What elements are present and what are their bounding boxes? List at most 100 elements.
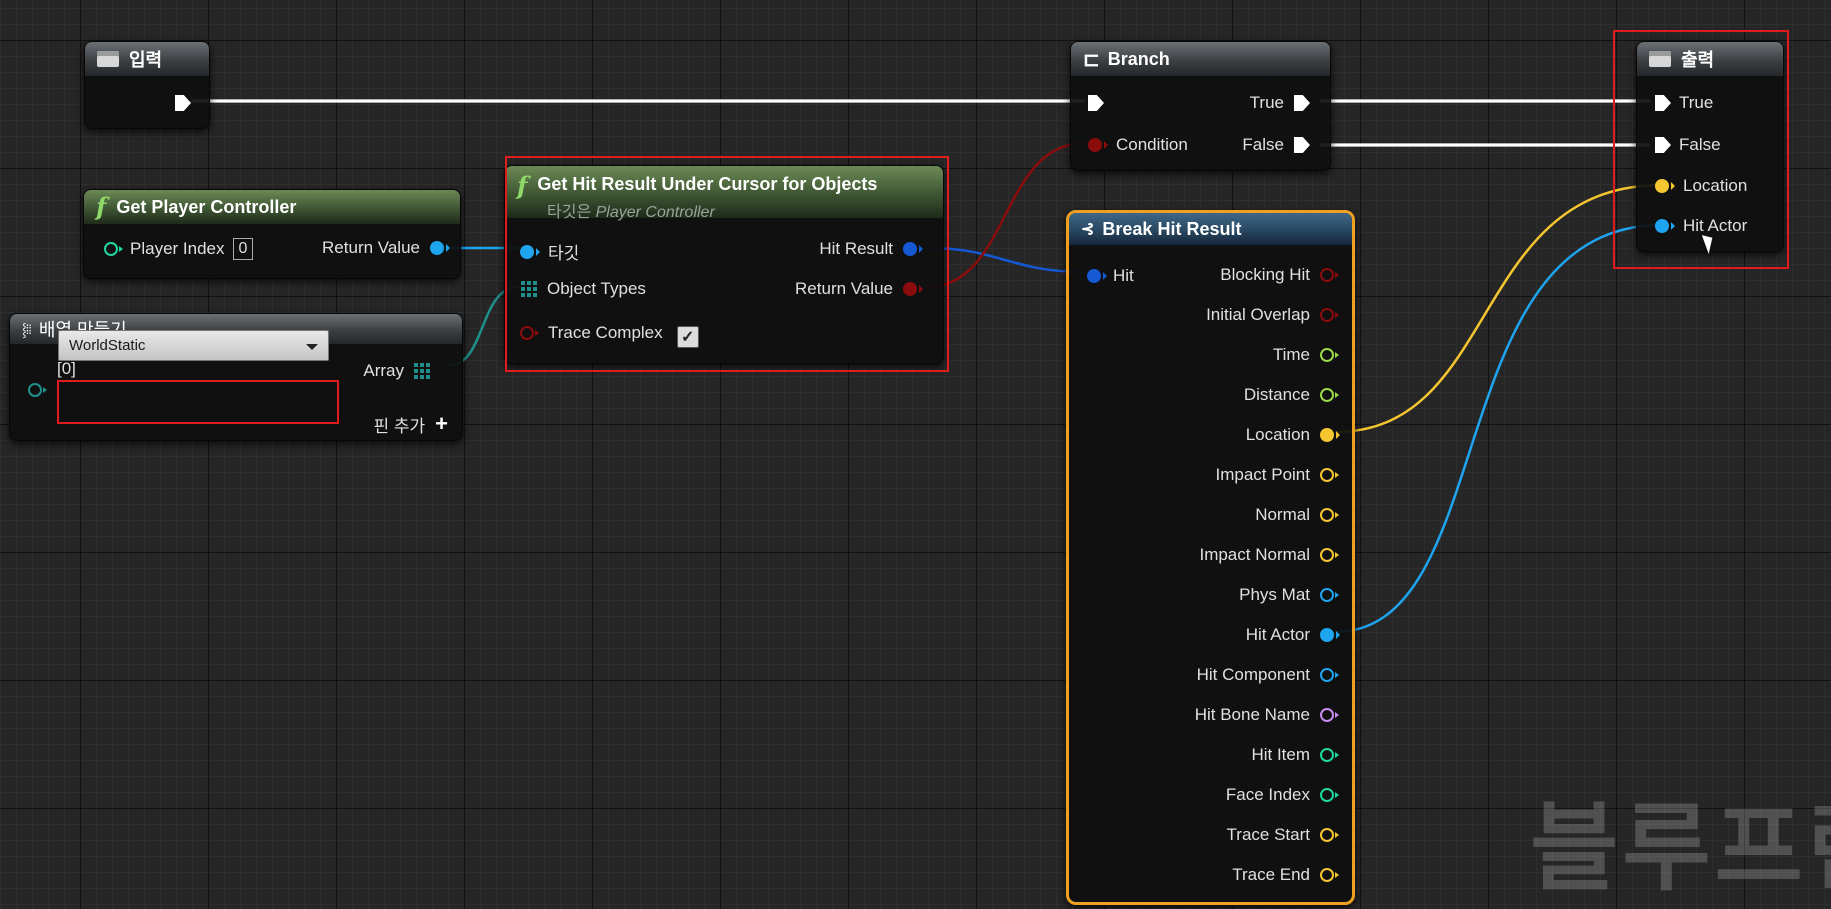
- condition-row: Condition: [1088, 135, 1188, 155]
- break-output-row: Blocking Hit: [1220, 265, 1339, 285]
- break-output-pin[interactable]: [1320, 348, 1339, 362]
- break-output-row: Time: [1272, 345, 1339, 365]
- array-output-row: Array: [363, 361, 430, 381]
- break-output-row: Impact Point: [1215, 465, 1339, 485]
- break-struct-icon: ⊰: [1081, 221, 1095, 238]
- array-index-label: [0]: [57, 359, 76, 378]
- wire-layer: [190, 99, 1663, 634]
- function-icon: f: [96, 192, 107, 221]
- branch-true-row: True: [1250, 93, 1310, 113]
- break-output-pin[interactable]: [1320, 508, 1339, 522]
- branch-header[interactable]: ⊏ Branch: [1071, 42, 1330, 76]
- break-output-pin[interactable]: [1320, 668, 1339, 682]
- break-output-label: Hit Item: [1251, 745, 1310, 764]
- player-controller-return-label: Return Value: [322, 238, 420, 257]
- add-pin-row[interactable]: 핀 추가 +: [373, 411, 448, 437]
- branch-true-pin[interactable]: [1294, 95, 1310, 111]
- wire-hit-result-to-break: [926, 246, 1086, 274]
- break-output-row: Phys Mat: [1239, 585, 1339, 605]
- break-output-pin[interactable]: [1320, 428, 1340, 442]
- hit-input-pin[interactable]: [1087, 269, 1107, 283]
- input-node-header[interactable]: 입력: [85, 42, 209, 76]
- branch-title: Branch: [1107, 48, 1170, 69]
- condition-label: Condition: [1116, 135, 1188, 154]
- highlight-box-hit-result-node: [505, 156, 949, 372]
- break-output-pin[interactable]: [1320, 588, 1339, 602]
- branch-false-pin[interactable]: [1294, 137, 1310, 153]
- break-output-row: Location: [1245, 425, 1340, 445]
- branch-false-row: False: [1242, 135, 1310, 155]
- hit-input-row: Hit: [1087, 266, 1134, 286]
- break-output-row: Hit Bone Name: [1194, 705, 1339, 725]
- get-player-controller-node[interactable]: f Get Player Controller Player Index 0 R…: [83, 189, 461, 279]
- array-element-pin[interactable]: [28, 383, 47, 397]
- break-output-row: Hit Component: [1196, 665, 1339, 685]
- condition-pin[interactable]: [1088, 138, 1108, 152]
- break-output-pin[interactable]: [1320, 788, 1339, 802]
- wire-return-to-condition: [926, 141, 1086, 289]
- input-node[interactable]: 입력: [84, 41, 210, 129]
- break-output-label: Blocking Hit: [1220, 265, 1310, 284]
- break-output-label: Phys Mat: [1239, 585, 1310, 604]
- make-array-icon: ⸾⁞⁞: [22, 322, 32, 337]
- break-hit-result-title: Break Hit Result: [1102, 218, 1242, 239]
- break-output-row: Face Index: [1225, 785, 1339, 805]
- break-output-label: Initial Overlap: [1206, 305, 1310, 324]
- break-output-pin[interactable]: [1320, 268, 1339, 282]
- break-output-label: Impact Normal: [1199, 545, 1310, 564]
- player-controller-return-pin[interactable]: [430, 241, 450, 255]
- break-output-label: Time: [1272, 345, 1310, 364]
- get-player-controller-title: Get Player Controller: [116, 196, 297, 217]
- break-output-label: Hit Component: [1196, 665, 1310, 684]
- break-output-pin[interactable]: [1320, 748, 1339, 762]
- break-output-row: Distance: [1243, 385, 1339, 405]
- break-output-pin[interactable]: [1320, 708, 1339, 722]
- break-output-pin[interactable]: [1320, 548, 1339, 562]
- break-output-row: Normal: [1255, 505, 1339, 525]
- object-type-dropdown[interactable]: WorldStatic: [58, 330, 329, 361]
- break-hit-result-node[interactable]: ⊰ Break Hit Result Hit Blocking Hit Initi…: [1066, 210, 1355, 905]
- player-index-input[interactable]: 0: [232, 238, 254, 260]
- break-output-pin[interactable]: [1320, 828, 1339, 842]
- break-output-row: Hit Item: [1251, 745, 1339, 765]
- break-output-label: Distance: [1243, 385, 1310, 404]
- add-pin-label: 핀 추가: [373, 416, 426, 436]
- highlight-box-object-type: [57, 380, 339, 424]
- chevron-down-icon: [306, 344, 318, 350]
- break-output-label: Face Index: [1225, 785, 1310, 804]
- highlight-box-output-node: [1613, 30, 1789, 269]
- break-output-row: Impact Normal: [1199, 545, 1339, 565]
- input-node-icon: [97, 51, 119, 67]
- break-output-label: Location: [1245, 425, 1310, 444]
- break-output-label: Hit Bone Name: [1194, 705, 1310, 724]
- branch-icon: ⊏: [1083, 48, 1100, 71]
- player-index-row: Player Index 0: [104, 238, 254, 260]
- break-output-pin[interactable]: [1320, 308, 1339, 322]
- branch-false-label: False: [1242, 135, 1284, 154]
- break-hit-result-header[interactable]: ⊰ Break Hit Result: [1069, 213, 1352, 245]
- input-exec-out-pin[interactable]: [175, 95, 191, 111]
- break-output-pin[interactable]: [1320, 388, 1339, 402]
- player-index-label: Player Index: [130, 239, 225, 258]
- break-output-pin[interactable]: [1320, 628, 1340, 642]
- break-output-label: Trace End: [1232, 865, 1310, 884]
- break-output-label: Trace Start: [1226, 825, 1310, 844]
- watermark-text: 블루프린: [1530, 792, 1831, 904]
- add-pin-icon[interactable]: +: [435, 411, 448, 437]
- wire-hit-actor-to-output: [1334, 223, 1663, 634]
- break-output-label: Normal: [1255, 505, 1310, 524]
- break-output-row: Hit Actor: [1245, 625, 1340, 645]
- break-output-label: Hit Actor: [1245, 625, 1310, 644]
- break-output-pin[interactable]: [1320, 868, 1339, 882]
- break-output-pin[interactable]: [1320, 468, 1339, 482]
- get-player-controller-header[interactable]: f Get Player Controller: [84, 190, 460, 224]
- branch-node[interactable]: ⊏ Branch Condition True False: [1070, 41, 1331, 171]
- break-output-label: Impact Point: [1215, 465, 1311, 484]
- branch-exec-in-pin[interactable]: [1088, 95, 1104, 111]
- player-index-pin[interactable]: [104, 242, 123, 256]
- array-output-pin[interactable]: [414, 363, 430, 379]
- object-type-dropdown-value: WorldStatic: [69, 337, 146, 354]
- hit-input-label: Hit: [1113, 266, 1134, 285]
- break-output-row: Initial Overlap: [1206, 305, 1339, 325]
- input-node-title: 입력: [129, 50, 163, 70]
